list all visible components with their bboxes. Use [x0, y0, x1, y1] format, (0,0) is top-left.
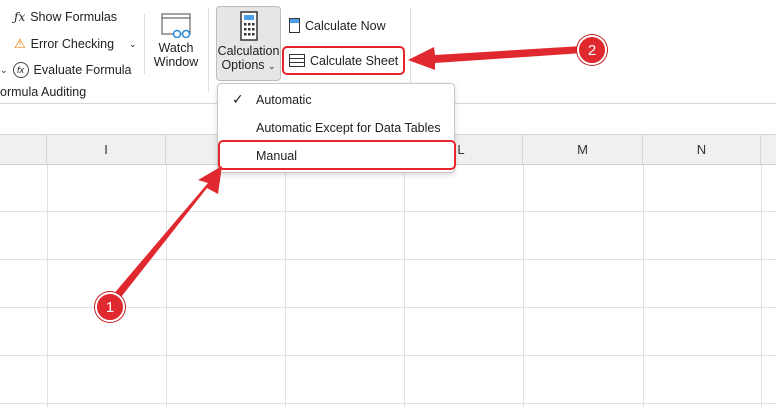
annotation-badge-1: 1 [95, 292, 125, 322]
arrow-2 [408, 46, 583, 70]
annotation-badge-2: 2 [577, 35, 607, 65]
arrow-1 [106, 166, 222, 306]
annotation-arrows [106, 46, 583, 306]
